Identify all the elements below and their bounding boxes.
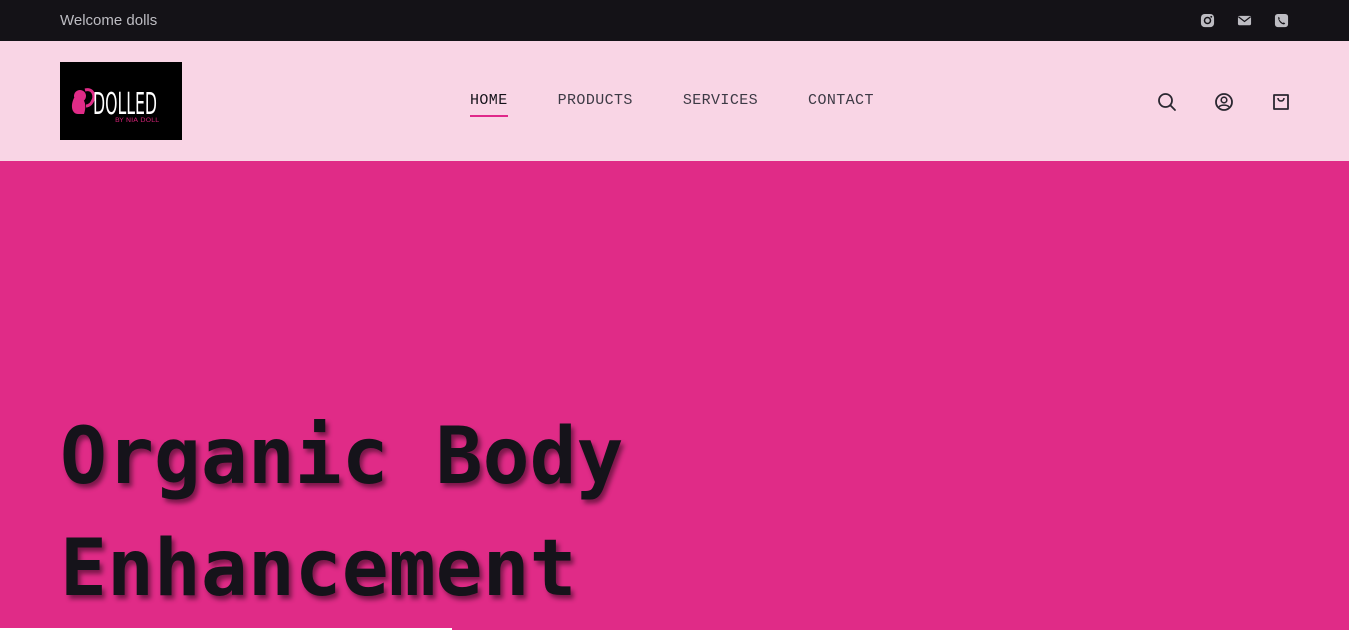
brand-logo[interactable]: DOLLED BY NIA DOLL bbox=[60, 62, 182, 140]
svg-text:BY NIA DOLL: BY NIA DOLL bbox=[115, 117, 160, 124]
logo-graphic: DOLLED BY NIA DOLL bbox=[60, 62, 182, 140]
nav-products[interactable]: PRODUCTS bbox=[558, 92, 633, 115]
nav-home[interactable]: HOME bbox=[470, 92, 508, 117]
main-nav: HOME PRODUCTS SERVICES CONTACT bbox=[470, 92, 874, 117]
hero-title-line-2: Enhancement bbox=[60, 524, 577, 614]
nav-services[interactable]: SERVICES bbox=[683, 92, 758, 115]
nav-contact[interactable]: CONTACT bbox=[808, 92, 874, 115]
header-actions bbox=[1157, 92, 1291, 112]
cart-icon[interactable] bbox=[1271, 92, 1291, 112]
account-icon[interactable] bbox=[1214, 92, 1234, 112]
search-icon[interactable] bbox=[1157, 92, 1177, 112]
hero-title: Organic Body Enhancement bbox=[60, 401, 624, 625]
instagram-icon[interactable] bbox=[1200, 13, 1215, 28]
social-links bbox=[1200, 13, 1289, 28]
phone-icon[interactable] bbox=[1274, 13, 1289, 28]
top-bar: Welcome dolls bbox=[0, 0, 1349, 41]
welcome-text: Welcome dolls bbox=[60, 12, 158, 29]
site-header: DOLLED BY NIA DOLL HOME PRODUCTS SERVICE… bbox=[0, 41, 1349, 161]
email-icon[interactable] bbox=[1237, 13, 1252, 28]
hero-title-line-1: Organic Body bbox=[60, 412, 624, 502]
hero-section: Organic Body Enhancement bbox=[0, 161, 1349, 630]
